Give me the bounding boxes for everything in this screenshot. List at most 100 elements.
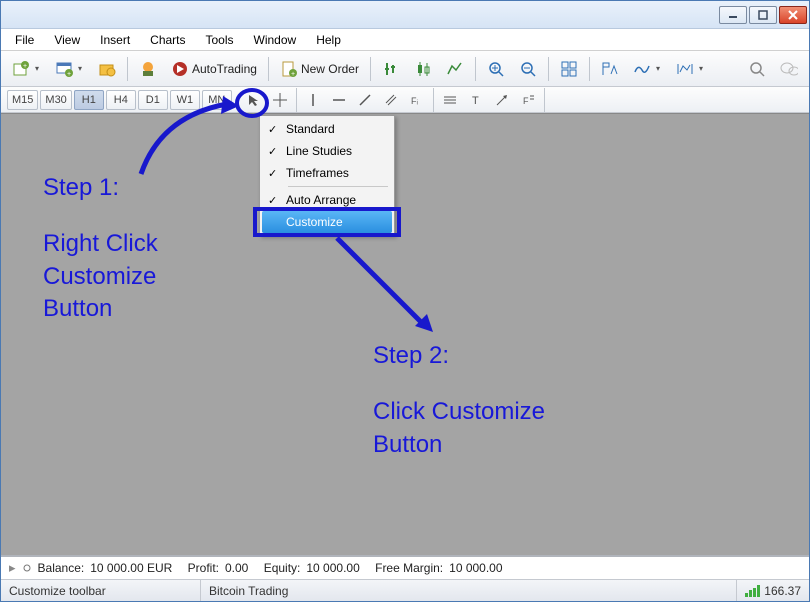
chevron-down-icon: ▾ [76, 64, 84, 73]
maximize-button[interactable] [749, 6, 777, 24]
vertical-line-tool[interactable] [301, 90, 325, 110]
svg-text:+: + [23, 63, 27, 70]
context-item-line-studies[interactable]: Line Studies [262, 140, 392, 162]
new-order-icon: + [280, 60, 298, 78]
svg-text:Fᵢ: Fᵢ [411, 96, 418, 106]
annotation-step2: Step 2: Click CustomizeButton [373, 340, 545, 461]
annotation-step2-title: Step 2: [373, 340, 545, 372]
toolbar-separator [548, 57, 549, 81]
app-window: File View Insert Charts Tools Window Hel… [0, 0, 810, 602]
toolbar-standard: + ▾ + ▾ AutoTrading + [1, 51, 809, 87]
toolbar-separator [370, 57, 371, 81]
tile-icon [560, 60, 578, 78]
context-item-customize[interactable]: Customize [262, 211, 392, 233]
horizontal-line-tool[interactable] [327, 90, 351, 110]
svg-text:+: + [291, 71, 295, 78]
arrow-tool[interactable] [490, 90, 514, 110]
menu-tools[interactable]: Tools [198, 31, 242, 49]
chat-icon [780, 60, 798, 78]
annotation-arrow-2 [331, 232, 441, 342]
terminal-bar: ▸ Balance: 10 000.00 EUR Profit: 0.00 Eq… [1, 555, 809, 579]
profit-value: 0.00 [225, 561, 248, 575]
line-chart-icon [446, 60, 464, 78]
menu-insert[interactable]: Insert [92, 31, 138, 49]
trendline-tool[interactable] [353, 90, 377, 110]
menu-file[interactable]: File [7, 31, 42, 49]
svg-text:F: F [523, 96, 529, 106]
new-chart-button[interactable]: + ▾ [7, 56, 46, 82]
crosshair-tool[interactable] [268, 90, 292, 110]
status-right: 166.37 [737, 580, 809, 601]
line-chart-button[interactable] [441, 56, 469, 82]
toolbar-separator [475, 57, 476, 81]
annotation-step1: Step 1: Right ClickCustomizeButton [43, 172, 158, 326]
equidistant-tool[interactable] [438, 90, 462, 110]
toolbar-context-menu: Standard Line Studies Timeframes Auto Ar… [259, 115, 395, 236]
chart-workspace[interactable]: Standard Line Studies Timeframes Auto Ar… [1, 113, 809, 555]
period-icon [676, 60, 694, 78]
channel-tool[interactable] [379, 90, 403, 110]
titlebar [1, 1, 809, 29]
menu-view[interactable]: View [46, 31, 88, 49]
fibo-tool[interactable]: Fᵢ [405, 90, 429, 110]
toolbar-timeframes: M15 M30 H1 H4 D1 W1 MN Fᵢ T F [1, 87, 809, 113]
indicator-button-1[interactable] [596, 56, 624, 82]
status-right-value: 166.37 [764, 584, 801, 598]
market-watch-button[interactable] [93, 56, 121, 82]
indicator-button-3[interactable]: ▾ [671, 56, 710, 82]
expert-advisor-button[interactable] [134, 56, 162, 82]
folder-coin-icon [98, 60, 116, 78]
context-item-standard[interactable]: Standard [262, 118, 392, 140]
channel-fibo-tool[interactable]: F [516, 90, 540, 110]
bar-chart-icon [382, 60, 400, 78]
autotrading-icon [171, 60, 189, 78]
new-order-label: New Order [301, 62, 359, 76]
bullet-icon: ▸ [9, 560, 16, 576]
tile-windows-button[interactable] [555, 56, 583, 82]
balance-label: Balance: [38, 561, 85, 575]
new-order-button[interactable]: + New Order [275, 56, 364, 82]
status-center: Bitcoin Trading [201, 580, 737, 601]
zoom-in-icon [487, 60, 505, 78]
signal-icon [745, 585, 761, 597]
text-tool[interactable]: T [464, 90, 488, 110]
toolbar-separator [268, 57, 269, 81]
profiles-button[interactable]: + ▾ [50, 56, 89, 82]
search-button[interactable] [743, 56, 771, 82]
freemargin-label: Free Margin: [375, 561, 443, 575]
candlestick-button[interactable] [409, 56, 437, 82]
timeframe-h1[interactable]: H1 [74, 90, 104, 110]
menu-charts[interactable]: Charts [142, 31, 193, 49]
svg-text:T: T [472, 95, 479, 107]
toolbar-separator [433, 88, 434, 112]
svg-text:+: + [67, 71, 71, 78]
search-icon [748, 60, 766, 78]
annotation-arrow-1 [131, 96, 251, 186]
equity-value: 10 000.00 [306, 561, 359, 575]
close-button[interactable] [779, 6, 807, 24]
zoom-out-button[interactable] [514, 56, 542, 82]
toolbar-separator [296, 88, 297, 112]
profit-label: Profit: [188, 561, 219, 575]
zoom-out-icon [519, 60, 537, 78]
autotrading-button[interactable]: AutoTrading [166, 56, 262, 82]
new-chart-icon: + [12, 60, 30, 78]
community-button[interactable] [775, 56, 803, 82]
indicator-button-2[interactable]: ▾ [628, 56, 667, 82]
timeframe-m30[interactable]: M30 [40, 90, 71, 110]
status-left: Customize toolbar [1, 580, 201, 601]
minimize-button[interactable] [719, 6, 747, 24]
toolbar-separator [589, 57, 590, 81]
annotation-step1-body: Right ClickCustomizeButton [43, 228, 158, 325]
context-item-autoarrange[interactable]: Auto Arrange [262, 189, 392, 211]
bar-chart-button[interactable] [377, 56, 405, 82]
timeframe-m15[interactable]: M15 [7, 90, 38, 110]
zoom-in-button[interactable] [482, 56, 510, 82]
menu-window[interactable]: Window [246, 31, 305, 49]
autotrading-label: AutoTrading [192, 62, 257, 76]
menu-help[interactable]: Help [308, 31, 349, 49]
chevron-down-icon: ▾ [654, 64, 662, 73]
annotation-step2-body: Click CustomizeButton [373, 396, 545, 461]
toolbar-separator [127, 57, 128, 81]
context-item-timeframes[interactable]: Timeframes [262, 162, 392, 184]
